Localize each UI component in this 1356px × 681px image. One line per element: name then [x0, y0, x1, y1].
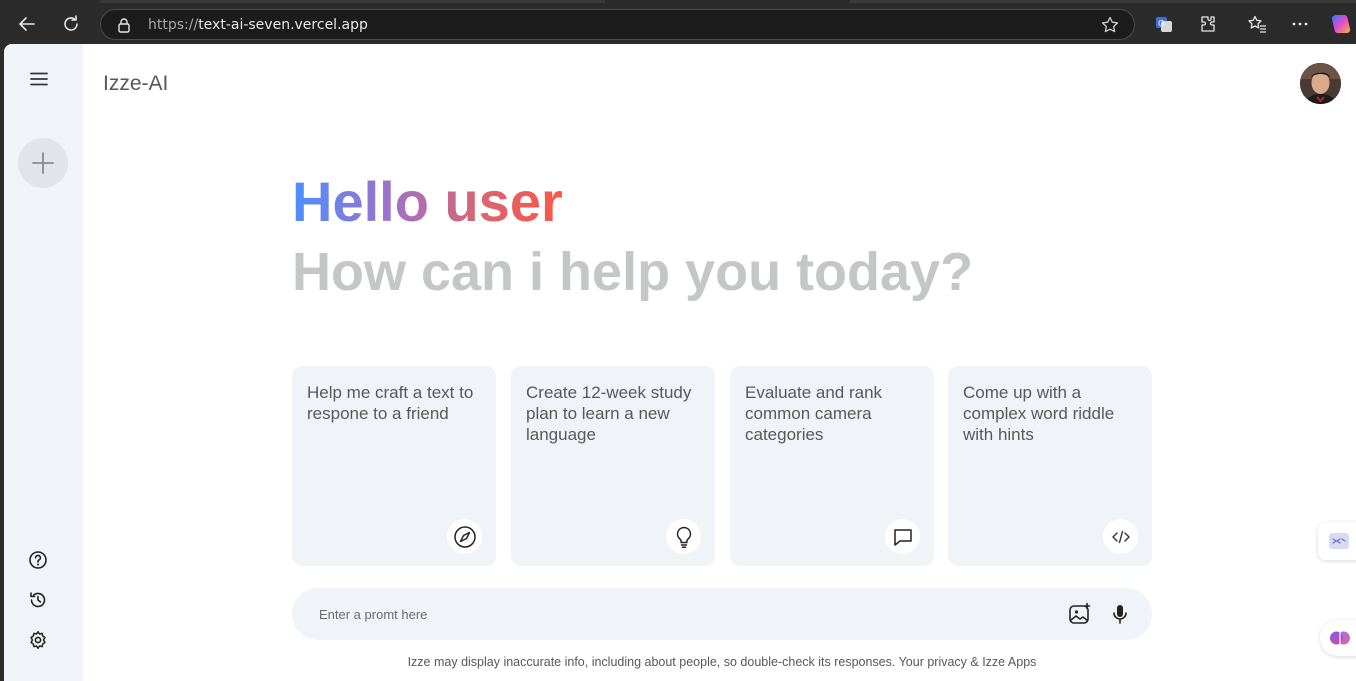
code-icon	[1103, 519, 1138, 554]
tab-strip	[850, 0, 1356, 3]
card-text: Evaluate and rank common camera categori…	[745, 383, 883, 444]
card-text: Create 12-week study plan to learn a new…	[526, 383, 692, 444]
avatar[interactable]	[1300, 63, 1341, 104]
greeting: Hello user How can i help you today?	[292, 168, 973, 308]
svg-text:G: G	[1158, 19, 1164, 28]
compass-icon	[447, 519, 482, 554]
brain-icon	[1330, 631, 1350, 645]
lock-icon[interactable]	[117, 17, 131, 38]
suggestion-cards: Help me craft a text to respone to a fri…	[292, 366, 1152, 566]
ai-assistant-widget[interactable]	[1320, 620, 1356, 656]
app-brand: Izze-AI	[103, 72, 169, 95]
browser-toolbar: https://text-ai-seven.vercel.app G	[0, 0, 1356, 44]
settings-icon[interactable]	[27, 629, 49, 651]
microphone-icon[interactable]	[1107, 601, 1133, 627]
suggestion-card[interactable]: Evaluate and rank common camera categori…	[730, 366, 934, 566]
more-icon[interactable]	[1285, 9, 1315, 39]
greeting-subtitle: How can i help you today?	[292, 242, 974, 302]
address-bar[interactable]: https://text-ai-seven.vercel.app	[100, 9, 1135, 40]
plus-icon	[32, 152, 54, 174]
menu-icon[interactable]	[26, 68, 52, 90]
card-text: Help me craft a text to respone to a fri…	[307, 383, 474, 423]
suggestion-card[interactable]: Help me craft a text to respone to a fri…	[292, 366, 496, 566]
panel-icon	[1329, 533, 1349, 549]
help-icon[interactable]	[27, 549, 49, 571]
translate-icon[interactable]: G	[1149, 9, 1179, 39]
prompt-input[interactable]	[319, 602, 1039, 626]
new-chat-button[interactable]	[18, 138, 68, 188]
app-window: Izze-AI Hello user How can i help you to…	[4, 44, 1356, 681]
history-icon[interactable]	[27, 589, 49, 611]
bulb-icon	[666, 519, 701, 554]
back-icon[interactable]	[12, 9, 42, 39]
greeting-hello: Hello user	[292, 168, 563, 236]
favorites-icon[interactable]	[1242, 9, 1272, 39]
favorite-star-icon[interactable]	[1100, 15, 1120, 40]
tab-strip	[100, 0, 605, 3]
extensions-icon[interactable]	[1193, 9, 1223, 39]
message-icon	[885, 519, 920, 554]
image-upload-icon[interactable]	[1067, 601, 1093, 627]
reload-icon[interactable]	[56, 9, 86, 39]
side-panel-toggle[interactable]	[1318, 522, 1356, 560]
card-text: Come up with a complex word riddle with …	[963, 383, 1115, 444]
suggestion-card[interactable]: Create 12-week study plan to learn a new…	[511, 366, 715, 566]
sidebar	[4, 44, 83, 681]
copilot-icon[interactable]	[1326, 9, 1356, 39]
suggestion-card[interactable]: Come up with a complex word riddle with …	[948, 366, 1152, 566]
prompt-bar	[292, 588, 1152, 640]
disclaimer-text: Izze may display inaccurate info, includ…	[407, 655, 1037, 669]
url-text[interactable]: https://text-ai-seven.vercel.app	[148, 17, 368, 33]
